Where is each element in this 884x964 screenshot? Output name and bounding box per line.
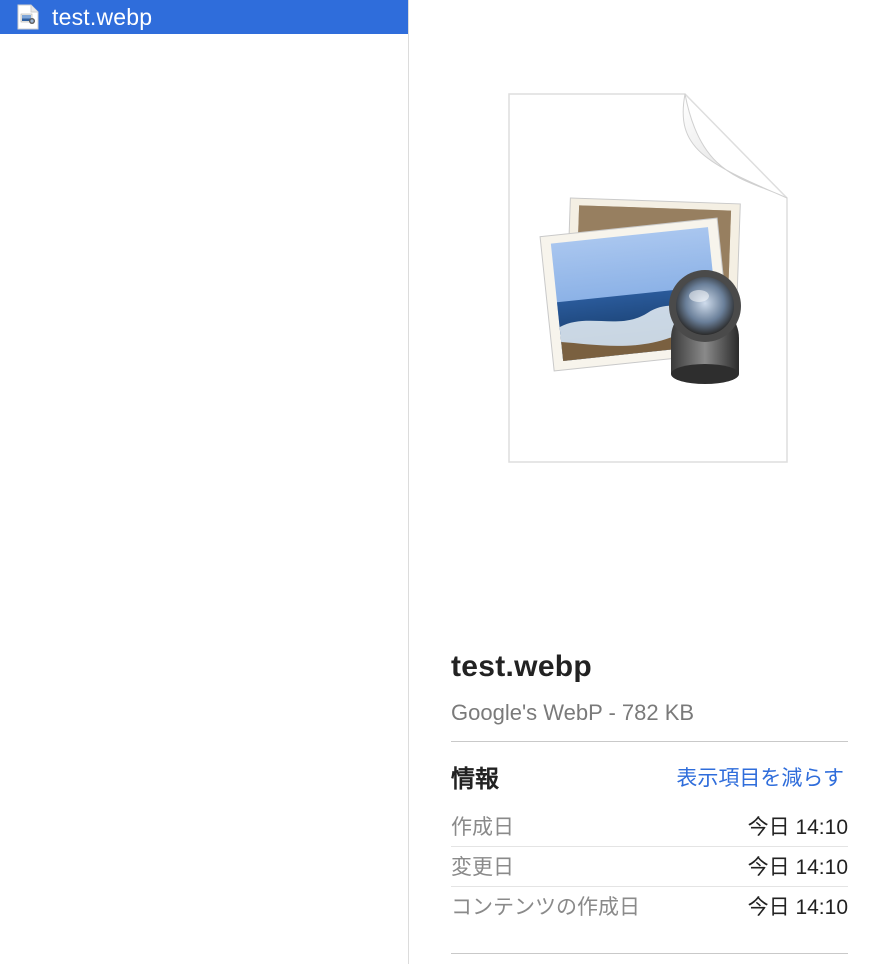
info-row-value: 今日 14:10: [747, 896, 848, 919]
info-row-value: 今日 14:10: [747, 856, 848, 879]
preview-pane: test.webp Google's WebP - 782 KB 情報 表示項目…: [409, 0, 884, 964]
image-file-icon: [17, 4, 39, 30]
preview-file-kind-size: Google's WebP - 782 KB: [451, 700, 695, 725]
preview-document-icon: [508, 93, 788, 463]
section-divider: [451, 741, 848, 742]
info-row-label: コンテンツの作成日: [451, 896, 640, 919]
info-row-content-created: コンテンツの作成日 今日 14:10: [451, 886, 848, 926]
show-less-link[interactable]: 表示項目を減らす: [676, 762, 844, 792]
info-row-value: 今日 14:10: [747, 816, 848, 839]
file-name-label: test.webp: [52, 3, 153, 30]
info-row-label: 作成日: [451, 816, 514, 839]
preview-file-title: test.webp: [451, 650, 593, 683]
file-list-item-selected[interactable]: test.webp: [0, 0, 408, 34]
info-row-label: 変更日: [451, 856, 514, 879]
section-divider-bottom: [451, 953, 848, 954]
info-row-modified: 変更日 今日 14:10: [451, 846, 848, 886]
info-row-created: 作成日 今日 14:10: [451, 806, 848, 846]
file-list-pane: test.webp: [0, 0, 409, 964]
info-section-heading: 情報: [451, 766, 499, 793]
